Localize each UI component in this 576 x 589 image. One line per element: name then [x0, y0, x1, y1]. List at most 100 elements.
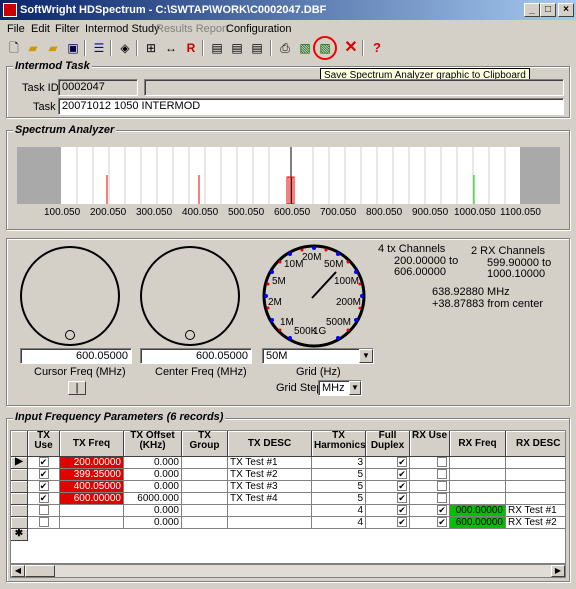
harmonics-cell[interactable]: 4: [312, 517, 366, 529]
col-rx-freq[interactable]: RX Freq: [450, 431, 506, 457]
center-freq-input[interactable]: 600.05000: [140, 348, 252, 364]
run-icon[interactable]: R: [182, 39, 200, 57]
scroll-right-icon[interactable]: ▶: [551, 565, 565, 577]
tx-group-cell[interactable]: [182, 493, 228, 505]
rx-use-cell[interactable]: ✔: [410, 505, 450, 517]
rx-desc-cell[interactable]: RX Test #2: [506, 517, 565, 529]
task-input[interactable]: 20071012 1050 INTERMOD: [58, 98, 564, 115]
rx-use-cell[interactable]: [410, 457, 450, 469]
duplex-cell[interactable]: ✔: [366, 517, 410, 529]
grid-select[interactable]: 50M ▼: [262, 348, 374, 364]
center-freq-knob[interactable]: [140, 246, 240, 346]
tx-use-cell[interactable]: ✔: [28, 481, 60, 493]
rx-desc-cell[interactable]: [506, 493, 565, 505]
checkbox-unchecked[interactable]: [437, 469, 447, 479]
close-window-button[interactable]: ×: [558, 3, 574, 17]
tx-use-cell[interactable]: [28, 505, 60, 517]
col-tx-offset[interactable]: TX Offset (KHz): [124, 431, 182, 457]
tx-group-cell[interactable]: [182, 481, 228, 493]
col-rx-desc[interactable]: RX DESC: [506, 431, 565, 457]
checkbox-checked[interactable]: ✔: [38, 481, 49, 491]
tx-use-cell[interactable]: ✔: [28, 457, 60, 469]
report2-icon[interactable]: ▤: [228, 39, 246, 57]
new-row-selector[interactable]: ✱: [11, 529, 28, 541]
rx-freq-cell[interactable]: [450, 469, 506, 481]
checkbox-checked[interactable]: ✔: [397, 481, 407, 491]
tx-group-cell[interactable]: [182, 457, 228, 469]
tx-offset-cell[interactable]: 0.000: [124, 469, 182, 481]
tx-desc-cell[interactable]: TX Test #1: [228, 457, 312, 469]
duplex-cell[interactable]: ✔: [366, 505, 410, 517]
export-icon[interactable]: ▧: [296, 39, 314, 57]
data-grid[interactable]: TX Use TX Freq TX Offset (KHz) TX Group …: [10, 430, 566, 564]
checkbox-checked[interactable]: ✔: [397, 517, 407, 527]
menu-results-report[interactable]: Results Report: [152, 20, 233, 38]
expand-icon[interactable]: ↔: [162, 39, 180, 57]
open-folder-icon[interactable]: ▰: [24, 39, 42, 57]
row-selector[interactable]: [11, 493, 28, 505]
scroll-thumb[interactable]: [25, 565, 55, 577]
tx-desc-cell[interactable]: [228, 505, 312, 517]
row-selector[interactable]: [11, 505, 28, 517]
report3-icon[interactable]: ▤: [248, 39, 266, 57]
harmonics-cell[interactable]: 5: [312, 481, 366, 493]
rx-freq-cell[interactable]: [450, 493, 506, 505]
rx-freq-cell[interactable]: 600.00000: [450, 517, 506, 529]
col-tx-group[interactable]: TX Group: [182, 431, 228, 457]
row-selector[interactable]: [11, 517, 28, 529]
col-tx-freq[interactable]: TX Freq: [60, 431, 124, 457]
tx-freq-cell[interactable]: [60, 517, 124, 529]
checkbox-unchecked[interactable]: [38, 505, 49, 515]
tx-freq-cell[interactable]: 399.35000: [60, 469, 124, 481]
row-selector[interactable]: [11, 469, 28, 481]
rx-desc-cell[interactable]: RX Test #1: [506, 505, 565, 517]
help-icon[interactable]: ?: [368, 39, 386, 57]
checkbox-checked[interactable]: ✔: [397, 457, 407, 467]
tx-use-cell[interactable]: ✔: [28, 493, 60, 505]
checkbox-unchecked[interactable]: [437, 457, 447, 467]
rx-freq-cell[interactable]: 000.00000: [450, 505, 506, 517]
menu-edit[interactable]: Edit: [27, 20, 54, 38]
duplex-cell[interactable]: ✔: [366, 469, 410, 481]
harmonics-cell[interactable]: 5: [312, 469, 366, 481]
rx-desc-cell[interactable]: [506, 481, 565, 493]
checkbox-checked[interactable]: ✔: [38, 457, 49, 467]
checkbox-checked[interactable]: ✔: [397, 469, 407, 479]
list-icon[interactable]: ☰: [90, 39, 108, 57]
menu-configuration[interactable]: Configuration: [222, 20, 295, 38]
menu-filter[interactable]: Filter: [51, 20, 83, 38]
harmonics-cell[interactable]: 5: [312, 493, 366, 505]
rx-use-cell[interactable]: [410, 469, 450, 481]
duplex-cell[interactable]: ✔: [366, 493, 410, 505]
rx-desc-cell[interactable]: [506, 457, 565, 469]
tx-desc-cell[interactable]: [228, 517, 312, 529]
cursor-button[interactable]: |: [68, 381, 86, 395]
tx-offset-cell[interactable]: 0.000: [124, 481, 182, 493]
rx-use-cell[interactable]: [410, 481, 450, 493]
tx-group-cell[interactable]: [182, 469, 228, 481]
add-record-icon[interactable]: ⊞: [142, 39, 160, 57]
checkbox-unchecked[interactable]: [437, 493, 447, 503]
tx-group-cell[interactable]: [182, 505, 228, 517]
chevron-down-icon[interactable]: ▼: [359, 349, 373, 363]
delete-icon[interactable]: ✕: [342, 39, 360, 57]
checkbox-checked[interactable]: ✔: [397, 493, 407, 503]
harmonics-cell[interactable]: 3: [312, 457, 366, 469]
checkbox-checked[interactable]: ✔: [397, 505, 407, 515]
row-selector[interactable]: [11, 481, 28, 493]
tx-freq-cell[interactable]: 600.00000: [60, 493, 124, 505]
tx-freq-cell[interactable]: 200.00000: [60, 457, 124, 469]
print-icon[interactable]: ⎙: [276, 39, 294, 57]
cursor-freq-input[interactable]: 600.05000: [20, 348, 132, 364]
row-selector[interactable]: ▶: [11, 457, 28, 469]
checkbox-unchecked[interactable]: [437, 481, 447, 491]
rx-freq-cell[interactable]: [450, 457, 506, 469]
open-recent-icon[interactable]: ▰: [44, 39, 62, 57]
tx-desc-cell[interactable]: TX Test #3: [228, 481, 312, 493]
col-tx-harmonics[interactable]: TX Harmonics: [312, 431, 366, 457]
cursor-freq-knob[interactable]: [20, 246, 120, 346]
col-rx-use[interactable]: RX Use: [410, 431, 450, 457]
save-icon[interactable]: ▣: [64, 39, 82, 57]
duplex-cell[interactable]: ✔: [366, 481, 410, 493]
chevron-down-icon[interactable]: ▼: [349, 381, 361, 395]
